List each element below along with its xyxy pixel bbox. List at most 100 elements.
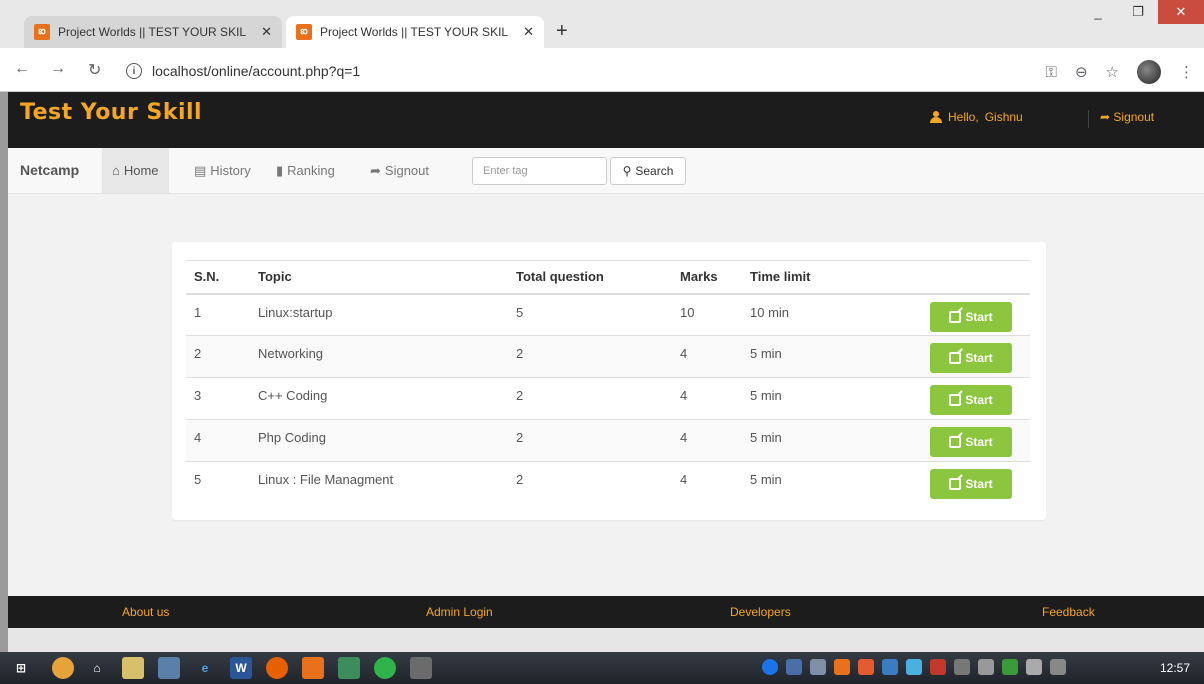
cell-time: 5 min (742, 461, 922, 504)
cell-topic: Linux : File Managment (250, 461, 508, 504)
header-divider (1088, 110, 1089, 128)
cell-action: Start (922, 377, 1030, 420)
tray-app-icon[interactable] (1002, 659, 1018, 675)
close-tab-icon[interactable]: ✕ (523, 24, 534, 40)
footer-link-about[interactable]: About us (122, 605, 169, 619)
table-row: 4 Php Coding 2 4 5 min Start (186, 419, 1030, 462)
forward-icon[interactable]: → (50, 60, 66, 78)
back-icon[interactable]: ← (14, 60, 30, 78)
cell-time: 5 min (742, 377, 922, 420)
start-label: Start (965, 393, 993, 407)
start-button[interactable]: Start (930, 301, 1012, 332)
start-label: Start (965, 435, 993, 449)
xampp-icon: ఐ (296, 24, 312, 40)
tray-app-icon[interactable] (930, 659, 946, 675)
external-link-icon (949, 394, 962, 406)
search-button[interactable]: ⚲ Search (610, 157, 686, 185)
key-icon[interactable]: ⚿ (1046, 64, 1057, 81)
word-icon[interactable]: W (230, 657, 252, 679)
cell-time: 5 min (742, 419, 922, 462)
start-button[interactable]: Start (930, 385, 1012, 415)
menu-icon[interactable]: ⋮ (1179, 63, 1194, 81)
network-icon[interactable] (978, 659, 994, 675)
nav-label: History (210, 163, 251, 178)
whatsapp-icon[interactable] (374, 657, 396, 679)
list-icon: ▤ (194, 162, 207, 178)
navbar: Netcamp ⌂ Home ▤ History ▮ Ranking ➦ Sig… (8, 148, 1204, 194)
xampp-taskbar-icon[interactable] (302, 657, 324, 679)
windows-start-icon[interactable]: ⊞ (10, 657, 32, 679)
cell-action: Start (922, 293, 1030, 336)
teams-icon[interactable] (786, 659, 802, 675)
external-link-icon (949, 310, 962, 323)
url-text: localhost/online/account.php?q=1 (152, 63, 361, 79)
cell-sn: 1 (186, 293, 250, 336)
nav-item-signout[interactable]: ➦ Signout (360, 148, 439, 193)
star-icon[interactable]: ☆ (1106, 63, 1119, 81)
close-window-button[interactable]: ✕ (1158, 0, 1204, 24)
taskbar-clock[interactable]: 12:57 (1160, 661, 1190, 675)
navbar-brand[interactable]: Netcamp (20, 162, 79, 178)
tray-app-icon[interactable] (810, 659, 826, 675)
window-controls: _ ❐ ✕ (1078, 0, 1204, 24)
nav-item-ranking[interactable]: ▮ Ranking (266, 148, 345, 193)
tray-app-icon[interactable] (882, 659, 898, 675)
search-icon: ⚲ (622, 164, 632, 178)
cell-total: 2 (508, 419, 672, 462)
image-app-icon[interactable] (338, 657, 360, 679)
cell-marks: 4 (672, 335, 742, 378)
zoom-icon[interactable]: ⊖ (1075, 63, 1088, 81)
volume-icon[interactable] (1026, 659, 1042, 675)
app-icon[interactable] (158, 657, 180, 679)
browser-tabstrip: ఐ Project Worlds || TEST YOUR SKIL ✕ ఐ P… (0, 0, 1204, 48)
external-link-icon (949, 478, 962, 490)
url-field[interactable]: i localhost/online/account.php?q=1 (126, 58, 1016, 84)
close-tab-icon[interactable]: ✕ (261, 24, 272, 40)
paint-icon[interactable] (410, 657, 432, 679)
minimize-button[interactable]: _ (1078, 0, 1118, 24)
firefox-icon[interactable] (266, 657, 288, 679)
nav-item-history[interactable]: ▤ History (184, 148, 261, 193)
start-label: Start (965, 309, 993, 324)
start-label: Start (965, 477, 993, 491)
footer-link-developers[interactable]: Developers (730, 605, 791, 619)
explorer-icon[interactable] (122, 657, 144, 679)
tray-app-icon[interactable] (906, 659, 922, 675)
cell-total: 5 (508, 293, 672, 336)
info-icon[interactable]: i (126, 63, 142, 79)
external-link-icon (949, 436, 962, 448)
bar-chart-icon: ▮ (276, 162, 284, 178)
maximize-button[interactable]: ❐ (1118, 0, 1158, 24)
username[interactable]: Gishnu (985, 110, 1023, 124)
header-signout-link[interactable]: ➦ Signout (1100, 110, 1154, 124)
footer-link-admin-login[interactable]: Admin Login (426, 605, 493, 619)
cell-topic: C++ Coding (250, 377, 508, 420)
table-row: 1 Linux:startup 5 10 10 min Start (186, 293, 1030, 336)
column-header: Time limit (742, 260, 922, 295)
tray-app-icon[interactable] (858, 659, 874, 675)
windows-taskbar: ⊞ ⌂ e W 12:57 (0, 652, 1204, 684)
column-header: Marks (672, 260, 742, 295)
nav-item-home[interactable]: ⌂ Home (102, 148, 169, 193)
external-link-icon (949, 352, 962, 364)
start-button[interactable]: Start (930, 469, 1012, 499)
battery-icon[interactable] (1050, 659, 1066, 675)
xampp-tray-icon[interactable] (834, 659, 850, 675)
home-taskbar-icon[interactable]: ⌂ (86, 657, 108, 679)
new-tab-button[interactable]: + (556, 20, 568, 43)
chrome-icon[interactable] (52, 657, 74, 679)
cell-total: 2 (508, 461, 672, 504)
browser-tab[interactable]: ఐ Project Worlds || TEST YOUR SKIL ✕ (24, 16, 282, 48)
reload-icon[interactable]: ↻ (88, 60, 101, 80)
start-button[interactable]: Start (930, 343, 1012, 373)
start-label: Start (965, 351, 993, 365)
start-button[interactable]: Start (930, 427, 1012, 457)
tray-app-icon[interactable] (954, 659, 970, 675)
help-icon[interactable] (762, 659, 778, 675)
footer-link-feedback[interactable]: Feedback (1042, 605, 1095, 619)
home-icon: ⌂ (112, 163, 120, 178)
profile-avatar[interactable] (1137, 60, 1161, 84)
ie-icon[interactable]: e (194, 657, 216, 679)
search-input[interactable]: Enter tag (472, 157, 607, 185)
browser-tab-active[interactable]: ఐ Project Worlds || TEST YOUR SKIL ✕ (286, 16, 544, 48)
